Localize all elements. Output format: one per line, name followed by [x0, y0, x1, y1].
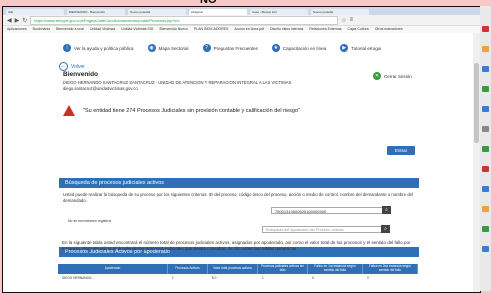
question-icon: ? — [202, 44, 211, 52]
forward-arrow-icon[interactable]: ▶ — [15, 17, 20, 24]
back-icon: ← — [59, 62, 68, 71]
app-icon[interactable] — [482, 46, 489, 52]
info-icon: i — [63, 44, 71, 52]
url-field[interactable]: https://www.ebogot.gov.co/ePagina/JafeCo… — [30, 15, 339, 25]
search-description: Usted puede realizar la búsqueda de su p… — [63, 192, 413, 203]
menu-icon[interactable]: ≡ — [350, 17, 354, 23]
column-header[interactable]: Fallos en 2da instancia según sentido de… — [363, 264, 418, 274]
nav-item-faq[interactable]: ? Preguntas Frecuentes — [202, 44, 258, 52]
table-header: Apoderado Procesos Activos Valor total p… — [58, 264, 418, 274]
nav-label: Ver la ayuda y política pública — [74, 45, 134, 51]
map-icon: ◉ — [147, 44, 156, 52]
back-link[interactable]: ← Volver — [59, 62, 85, 71]
app-icon[interactable] — [482, 186, 489, 192]
logout-icon: ✕ — [373, 72, 381, 80]
alert-text: "Su entidad tiene 274 Procesos Judiciale… — [83, 107, 301, 114]
top-navigation: i Ver la ayuda y política pública ◉ Mapa S… — [63, 44, 381, 52]
browser-tab[interactable]: Nuevo pestaña — [128, 9, 186, 15]
search-icon[interactable]: ⌕ — [382, 206, 391, 214]
app-icon[interactable] — [482, 146, 489, 152]
app-icon[interactable] — [482, 166, 489, 172]
app-icon[interactable] — [482, 66, 489, 72]
column-header[interactable]: Valor total procesos activos — [208, 264, 258, 274]
bookmark-item[interactable]: Diseño sitios internas — [270, 26, 303, 33]
table-cell[interactable]: 0 — [308, 275, 363, 281]
bookmark-item[interactable]: Aplicaciones — [7, 26, 27, 33]
reload-icon[interactable]: ↻ — [22, 17, 27, 24]
tutorial-icon: ▶ — [340, 44, 349, 52]
bookmark-item[interactable]: Relaciones Externas — [309, 26, 341, 33]
bookmark-item[interactable]: Unidad Victimas SIG — [121, 26, 153, 33]
nav-label: Tutorial eKogui — [351, 45, 382, 51]
column-header[interactable]: Fallos en 1ra instancia según sentido de… — [308, 264, 363, 274]
tab-bar: IAE BIENVENIDO - Bienvenido Nuevo pestañ… — [3, 7, 480, 15]
column-header[interactable]: Apoderado — [58, 264, 168, 274]
bookmark-item[interactable]: Otros marcadores — [375, 26, 403, 33]
column-header[interactable]: Procesos Activos — [168, 264, 208, 274]
search-icon[interactable]: ⌕ — [381, 225, 390, 233]
table-row: DIEGO HERNANDO... 1 $ 0 1 0 0 — [58, 275, 418, 281]
browser-tab[interactable]: Caso - Buscar info — [250, 9, 308, 15]
app-icon[interactable] — [482, 106, 489, 112]
app-icon[interactable] — [482, 226, 489, 232]
nav-item-tutorial[interactable]: ▶ Tutorial eKogui — [340, 44, 381, 52]
bookmark-item[interactable]: Bienvenido Nuevo — [159, 26, 187, 33]
process-search-input[interactable]: 75001310500520160000900 — [271, 207, 391, 214]
bookmark-item[interactable]: Unidad Victimas — [90, 26, 115, 33]
attorney-search-input[interactable]: Búsqueda del Apoderado del Proceso Judic… — [262, 226, 390, 233]
app-icon[interactable] — [482, 86, 489, 92]
back-arrow-icon[interactable]: ◀ — [7, 17, 12, 24]
active-description: En la siguiente tabla usted encontrará e… — [62, 240, 411, 251]
bookmark-item[interactable]: PLAN INDICADORES — [194, 26, 228, 33]
table-cell[interactable]: DIEGO HERNANDO... — [58, 275, 168, 281]
page-content: i Ver la ayuda y política pública ◉ Mapa S… — [3, 33, 473, 292]
no-results-text: No se encontraron registros — [68, 219, 112, 223]
table-cell[interactable]: 1 — [258, 275, 308, 281]
back-label: Volver — [71, 63, 85, 70]
nav-label: Preguntas Frecuentes — [213, 45, 258, 51]
warning-icon — [63, 105, 75, 116]
column-header[interactable]: Procesos judiciales activos sin fallo — [258, 264, 308, 274]
app-icon[interactable] — [482, 126, 489, 132]
browser-tab[interactable]: BIENVENIDO - Bienvenido — [67, 9, 125, 15]
user-email: diego.santacruz@unidadvictimas.gov.co — [63, 86, 138, 91]
star-icon[interactable]: ☆ — [341, 17, 346, 24]
app-icon[interactable] — [482, 26, 489, 32]
app-icon[interactable] — [482, 206, 489, 212]
bookmark-item[interactable]: Bookmarks — [33, 26, 51, 33]
browser-tab[interactable]: IAE — [6, 9, 64, 15]
user-name: DIEGO HERNANDO SANTACRUZ SANTACRUZ - UNI… — [63, 80, 292, 85]
table-cell[interactable]: 1 — [168, 275, 208, 281]
training-icon: ★ — [271, 44, 280, 52]
nav-item-training[interactable]: ★ Capacitación en línea — [271, 44, 327, 52]
nav-item-map[interactable]: ◉ Mapa Sectorial — [147, 44, 189, 52]
table-cell[interactable]: $ 0 — [208, 275, 258, 281]
table-cell[interactable]: 0 — [363, 275, 418, 281]
logout-link[interactable]: ✕ Cerrar Sesión — [373, 72, 412, 80]
logout-label: Cerrar Sesión — [384, 73, 412, 79]
search-section-header: Búsqueda de procesos judiciales activos — [59, 178, 419, 188]
page-title: Bienvenido — [63, 71, 99, 78]
scrollbar[interactable] — [473, 33, 480, 292]
app-icon[interactable] — [482, 246, 489, 252]
nav-item-help[interactable]: i Ver la ayuda y política pública — [63, 44, 134, 52]
address-bar-row: ◀ ▶ ↻ https://www.ebogot.gov.co/ePagina/… — [3, 15, 480, 26]
browser-tab[interactable]: Nuevo pestaña — [311, 9, 369, 15]
bookmark-item[interactable]: Acción en línea.pdf — [234, 26, 264, 33]
entrar-button[interactable]: Entrar — [387, 146, 415, 155]
nav-label: Mapa Sectorial — [158, 45, 189, 51]
scroll-thumb[interactable] — [474, 63, 479, 143]
side-window-strip — [480, 6, 491, 291]
bookmark-item[interactable]: Cajas Cultura — [347, 26, 368, 33]
bookmark-item[interactable]: Bienvenido a unal — [56, 26, 84, 33]
alert-message: "Su entidad tiene 274 Procesos Judiciale… — [63, 105, 403, 116]
nav-label: Capacitación en línea — [282, 45, 327, 51]
browser-tab-active[interactable]: ePaginal — [189, 9, 247, 15]
